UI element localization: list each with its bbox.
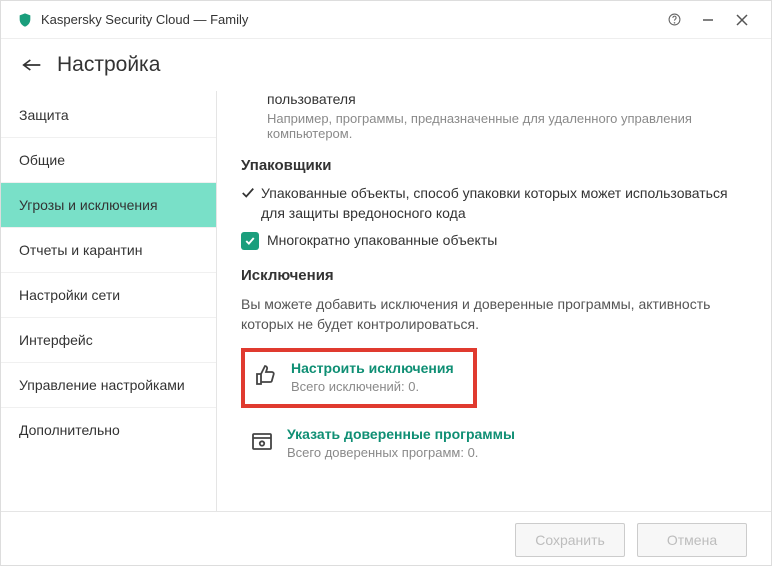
app-logo-icon [17,12,33,28]
exclusions-desc: Вы можете добавить исключения и доверенн… [241,294,743,335]
user-item-label: пользователя [267,91,743,107]
checkbox-checked-icon [241,232,259,250]
configure-exclusions-row: Настроить исключения Всего исключений: 0… [241,348,477,408]
trusted-programs-row: Указать доверенные программы Всего довер… [241,418,743,468]
save-button[interactable]: Сохранить [515,523,625,557]
help-button[interactable] [657,5,691,35]
packers-section-title: Упаковщики [241,157,743,174]
trusted-programs-count: Всего доверенных программ: 0. [287,445,515,460]
sidebar-item-network[interactable]: Настройки сети [1,273,216,318]
sidebar-item-additional[interactable]: Дополнительно [1,408,216,452]
minimize-button[interactable] [691,5,725,35]
content-pane: пользователя Например, программы, предна… [217,91,771,511]
trusted-programs-link[interactable]: Указать доверенные программы [287,426,515,442]
footer-bar: Сохранить Отмена [1,511,771,567]
thumbs-up-icon [251,360,281,390]
sidebar-item-reports-quarantine[interactable]: Отчеты и карантин [1,228,216,273]
window-icon [247,426,277,456]
page-title: Настройка [57,53,160,77]
settings-sidebar: Защита Общие Угрозы и исключения Отчеты … [1,91,217,511]
packers-option-1-label: Упакованные объекты, способ упаковки кот… [261,184,743,223]
sidebar-item-threats-exclusions[interactable]: Угрозы и исключения [1,183,216,228]
sidebar-item-manage-settings[interactable]: Управление настройками [1,363,216,408]
sidebar-item-general[interactable]: Общие [1,138,216,183]
sidebar-item-interface[interactable]: Интерфейс [1,318,216,363]
configure-exclusions-count: Всего исключений: 0. [291,379,454,394]
packers-option-2[interactable]: Многократно упакованные объекты [241,231,743,251]
user-item-desc: Например, программы, предназначенные для… [267,111,743,141]
title-bar: Kaspersky Security Cloud — Family [1,1,771,39]
configure-exclusions-link[interactable]: Настроить исключения [291,360,454,376]
page-header: Настройка [1,39,771,91]
back-button[interactable] [19,52,45,78]
exclusions-section-title: Исключения [241,267,743,284]
packers-option-1[interactable]: Упакованные объекты, способ упаковки кот… [241,184,743,223]
packers-option-2-label: Многократно упакованные объекты [267,231,743,251]
sidebar-item-protection[interactable]: Защита [1,93,216,138]
cancel-button[interactable]: Отмена [637,523,747,557]
close-button[interactable] [725,5,759,35]
checkmark-icon [241,184,261,203]
app-title: Kaspersky Security Cloud — Family [41,12,657,27]
